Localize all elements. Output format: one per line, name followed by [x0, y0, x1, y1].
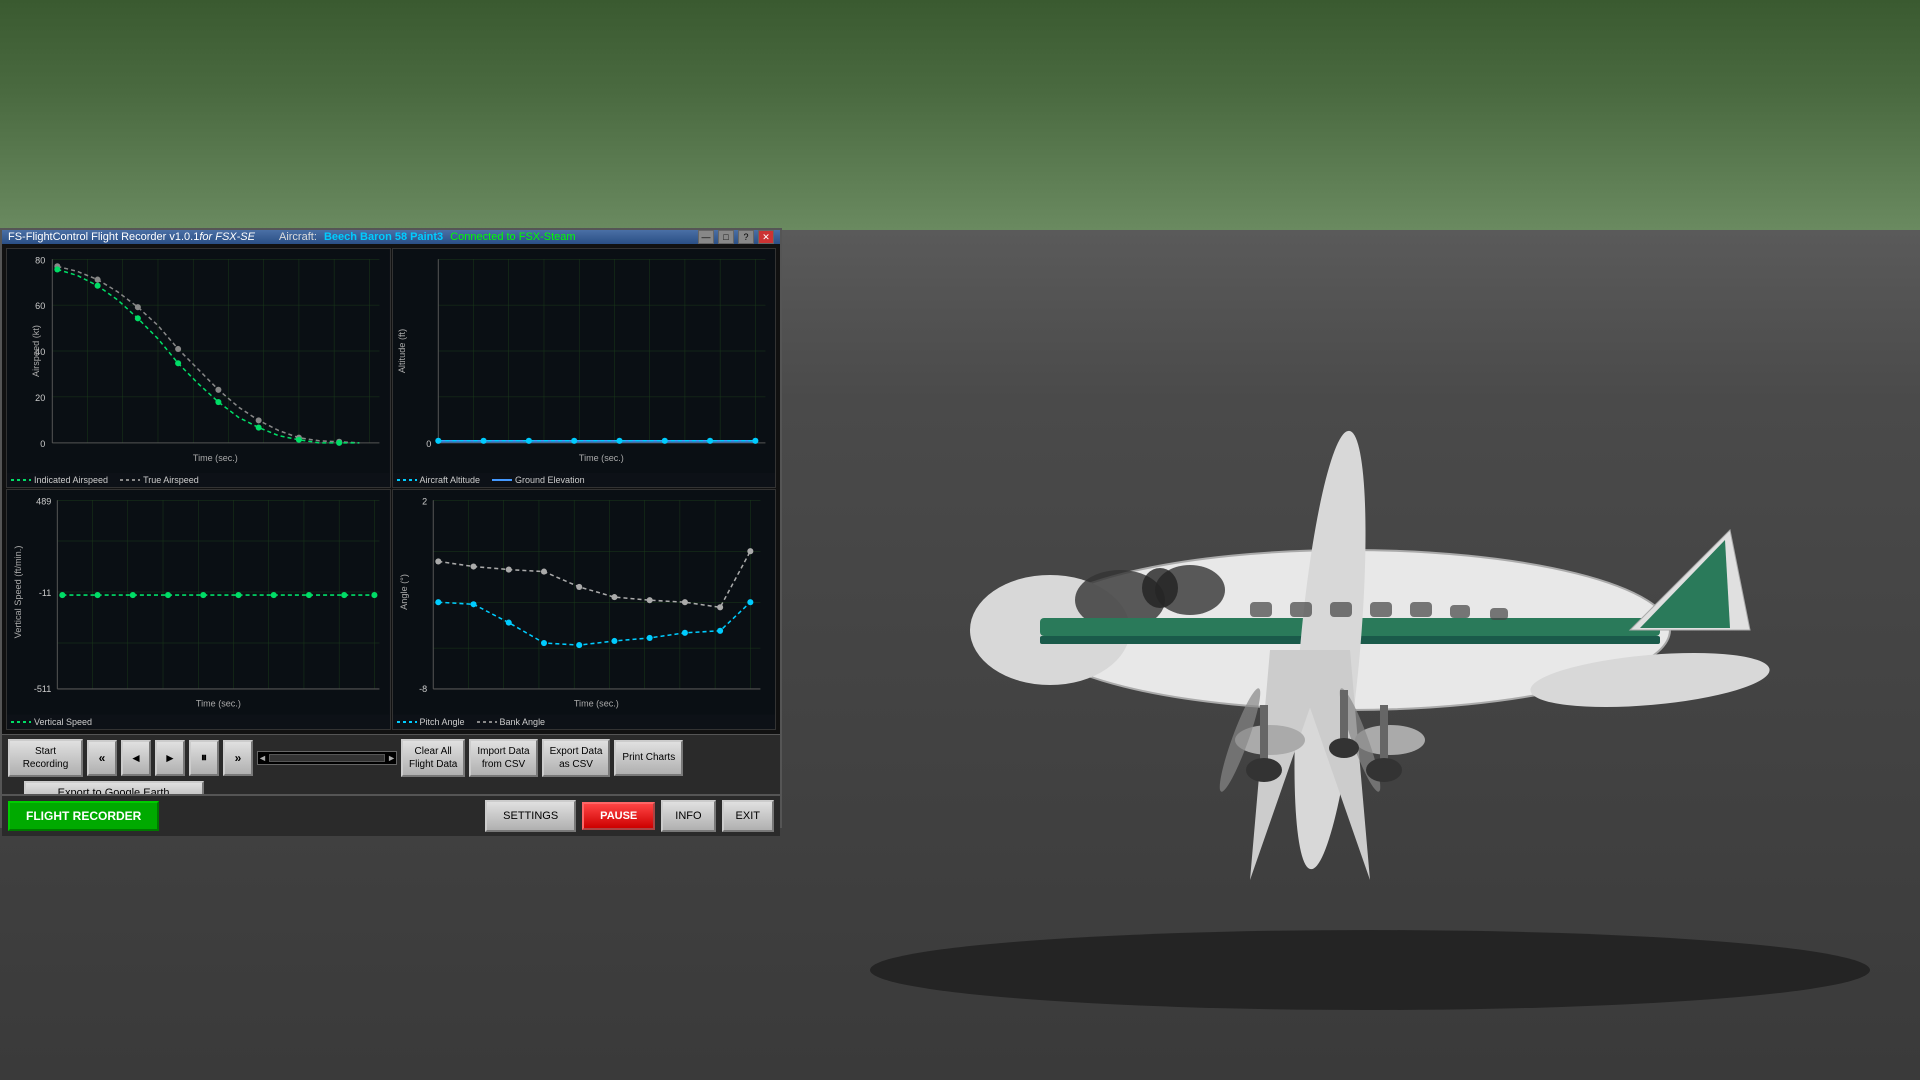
- pitch-angle-label: Pitch Angle: [420, 717, 465, 727]
- vertical-speed-label: Vertical Speed: [34, 717, 92, 727]
- airspeed-chart: 80 60 40 20 0 Airspeed (kt) Time (sec.): [6, 248, 391, 488]
- import-data-button[interactable]: Import Data from CSV: [469, 739, 537, 777]
- action-bar: FLIGHT RECORDER SETTINGS PAUSE INFO EXIT: [2, 794, 780, 836]
- title-bar-right: — □ ? ✕: [698, 230, 774, 244]
- altitude-chart: 0 Altitude (ft) Time (sec.): [392, 248, 777, 488]
- angle-legend: Pitch Angle Bank Angle: [393, 715, 776, 729]
- svg-text:0: 0: [426, 439, 431, 449]
- help-button[interactable]: ?: [738, 230, 754, 244]
- progress-track: [269, 754, 385, 762]
- svg-text:489: 489: [36, 497, 51, 507]
- svg-text:Time (sec.): Time (sec.): [196, 699, 241, 709]
- nav-back-button[interactable]: ◄: [121, 740, 151, 776]
- exit-button[interactable]: EXIT: [722, 800, 774, 832]
- nav-forward-button[interactable]: »: [223, 740, 253, 776]
- flight-recorder-button[interactable]: FLIGHT RECORDER: [8, 801, 159, 831]
- title-bar: FS-FlightControl Flight Recorder v1.0.1f…: [2, 230, 780, 244]
- nav-pause-button[interactable]: ⏸: [189, 740, 219, 776]
- svg-text:Airspeed (kt): Airspeed (kt): [31, 325, 41, 377]
- altitude-aircraft-label: Aircraft Altitude: [420, 475, 481, 485]
- progress-area: ◄ ►: [257, 751, 397, 765]
- vertical-speed-legend: Vertical Speed: [7, 715, 390, 729]
- close-button[interactable]: ✕: [758, 230, 774, 244]
- airspeed-indicated-label: Indicated Airspeed: [34, 475, 108, 485]
- nav-play-button[interactable]: ►: [155, 740, 185, 776]
- svg-text:20: 20: [35, 393, 45, 403]
- charts-area: 80 60 40 20 0 Airspeed (kt) Time (sec.): [2, 244, 780, 734]
- airspeed-legend: Indicated Airspeed True Airspeed: [7, 473, 390, 487]
- svg-text:Time (sec.): Time (sec.): [193, 453, 238, 463]
- svg-text:-11: -11: [39, 588, 51, 598]
- altitude-ground-label: Ground Elevation: [515, 475, 585, 485]
- progress-right-arrow[interactable]: ►: [387, 753, 396, 763]
- svg-text:0: 0: [40, 439, 45, 449]
- airplane-view: [770, 150, 1920, 1080]
- svg-text:60: 60: [35, 301, 45, 311]
- nav-back-back-button[interactable]: «: [87, 740, 117, 776]
- vertical-speed-chart: 489 -11 -511 Vertical Speed (ft/min.) Ti…: [6, 489, 391, 729]
- progress-left-arrow[interactable]: ◄: [258, 753, 267, 763]
- svg-text:Time (sec.): Time (sec.): [578, 453, 623, 463]
- app-window: FS-FlightControl Flight Recorder v1.0.1f…: [0, 228, 782, 828]
- clear-all-button[interactable]: Clear All Flight Data: [401, 739, 465, 777]
- progress-bar: ◄ ►: [257, 751, 397, 765]
- svg-text:Altitude (ft): Altitude (ft): [397, 329, 407, 373]
- svg-text:Time (sec.): Time (sec.): [573, 699, 618, 709]
- angle-chart: 2 -8 Angle (°) Time (sec.): [392, 489, 777, 729]
- svg-text:-511: -511: [34, 684, 51, 694]
- bank-angle-label: Bank Angle: [500, 717, 546, 727]
- svg-text:-8: -8: [419, 684, 427, 694]
- aircraft-info: Aircraft: Beech Baron 58 Paint3 Connecte…: [279, 231, 576, 243]
- start-recording-button[interactable]: Start Recording: [8, 739, 83, 777]
- print-charts-button[interactable]: Print Charts: [614, 740, 683, 776]
- maximize-button[interactable]: □: [718, 230, 734, 244]
- svg-text:2: 2: [422, 497, 427, 507]
- altitude-legend: Aircraft Altitude Ground Elevation: [393, 473, 776, 487]
- toolbar: Start Recording « ◄ ► ⏸ » ◄ ► Clear All …: [2, 734, 780, 794]
- info-button[interactable]: INFO: [661, 800, 715, 832]
- airspeed-true-label: True Airspeed: [143, 475, 199, 485]
- svg-text:Vertical Speed (ft/min.): Vertical Speed (ft/min.): [13, 546, 23, 639]
- svg-text:80: 80: [35, 255, 45, 265]
- settings-button[interactable]: SETTINGS: [485, 800, 576, 832]
- title-bar-left: FS-FlightControl Flight Recorder v1.0.1f…: [8, 231, 596, 243]
- export-data-button[interactable]: Export Data as CSV: [542, 739, 611, 777]
- svg-text:Angle (°): Angle (°): [399, 575, 409, 611]
- app-title: FS-FlightControl Flight Recorder v1.0.1f…: [8, 231, 255, 243]
- minimize-button[interactable]: —: [698, 230, 714, 244]
- pause-button[interactable]: PAUSE: [582, 802, 655, 830]
